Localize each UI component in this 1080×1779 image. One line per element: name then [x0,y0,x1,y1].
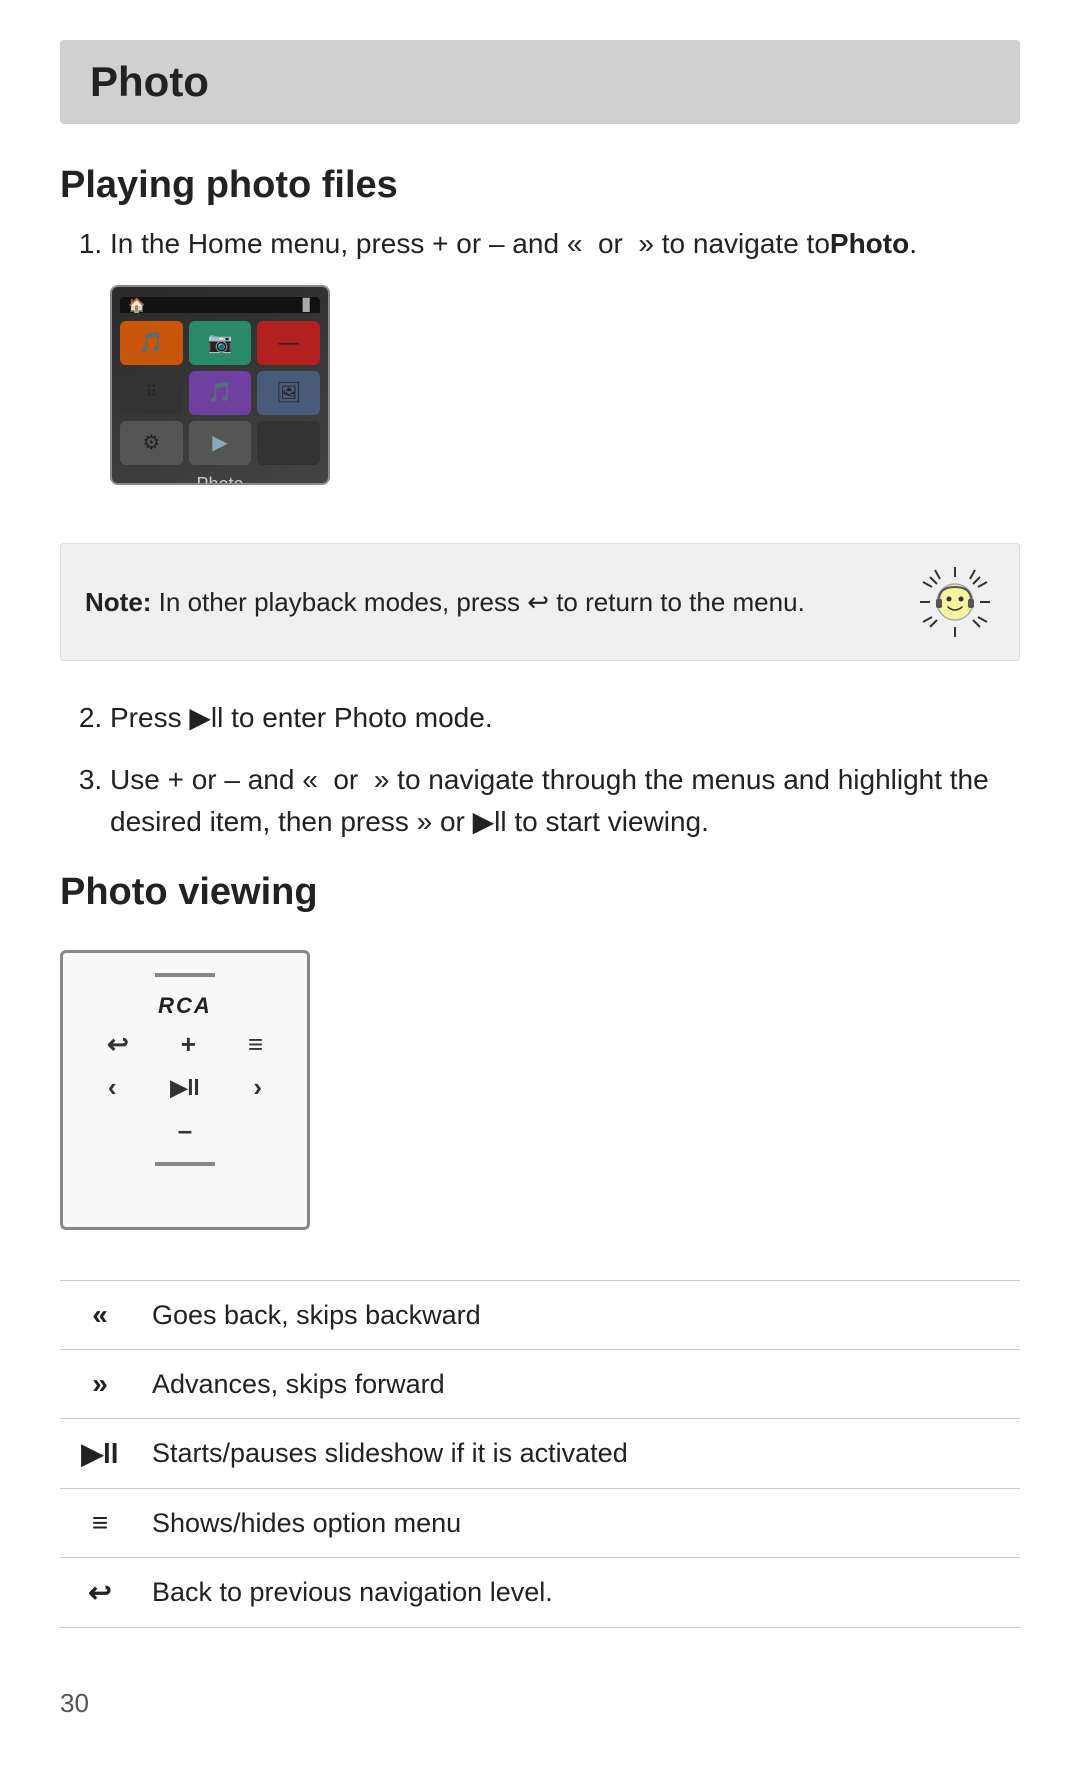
page-title: Photo [90,58,990,106]
grid-cell-3: — [257,321,320,365]
device-screen: 🏠 ▊ 🎵 📷 — ⠿ 🎵 🖼 ⚙ ▶ Photo [110,285,330,485]
control-symbol: ≡ [60,1489,140,1558]
table-row: ↩ Back to previous navigation level. [60,1558,1020,1628]
grid-cell-8: ▶ [189,421,252,465]
minus-btn: – [178,1115,192,1146]
sun-mascot-icon [915,562,995,642]
control-symbol: » [60,1350,140,1419]
photo-device-brand: RCА [81,993,289,1019]
steps-list: In the Home menu, press + or – and « or … [60,223,1020,515]
device-illustration: 🏠 ▊ 🎵 📷 — ⠿ 🎵 🖼 ⚙ ▶ Photo [110,285,330,485]
step2-text: Press ▶ll to enter Photo mode. [110,702,493,733]
table-row: ≡ Shows/hides option menu [60,1489,1020,1558]
note-label: Note: [85,587,151,617]
plus-btn: + [181,1029,196,1060]
section-heading-playing: Playing photo files [60,164,1020,207]
controls-table: « Goes back, skips backward » Advances, … [60,1280,1020,1628]
step3-text: Use + or – and « or » to navigate throug… [110,764,989,837]
note-text: Note: In other playback modes, press ↩ t… [85,587,895,618]
control-symbol: ▶ll [60,1419,140,1489]
photo-device-row-2: ‹ ▶ll › [81,1072,289,1103]
prev-btn: ‹ [108,1072,117,1103]
grid-cell-4: ⠿ [120,371,183,415]
grid-cell-7: ⚙ [120,421,183,465]
table-row: » Advances, skips forward [60,1350,1020,1419]
photo-device: RCА ↩ + ≡ ‹ ▶ll › – [60,950,310,1230]
section-heading-viewing: Photo viewing [60,871,1020,914]
grid-cell-2: 📷 [189,321,252,365]
grid-cell-1: 🎵 [120,321,183,365]
step-1: In the Home menu, press + or – and « or … [110,223,1020,515]
device-label: Photo [196,471,243,485]
menu-btn: ≡ [248,1029,263,1060]
grid-cell-5: 🎵 [189,371,252,415]
photo-device-row-1: ↩ + ≡ [81,1029,289,1060]
step-3: Use + or – and « or » to navigate throug… [110,759,1020,843]
next-btn: › [253,1072,262,1103]
table-row: ▶ll Starts/pauses slideshow if it is act… [60,1419,1020,1489]
control-description: Goes back, skips backward [140,1281,1020,1350]
photo-device-wrapper: RCА ↩ + ≡ ‹ ▶ll › – [60,950,310,1230]
control-symbol: ↩ [60,1558,140,1628]
grid-cell-6: 🖼 [257,371,320,415]
control-description: Shows/hides option menu [140,1489,1020,1558]
device-top-bar: 🏠 ▊ [120,297,320,313]
table-row: « Goes back, skips backward [60,1281,1020,1350]
device-grid: 🎵 📷 — ⠿ 🎵 🖼 ⚙ ▶ [120,321,320,465]
control-symbol: « [60,1281,140,1350]
control-description: Advances, skips forward [140,1350,1020,1419]
step1-icons: « or » [567,228,654,259]
control-description: Back to previous navigation level. [140,1558,1020,1628]
photo-device-top-line [155,973,215,977]
control-description: Starts/pauses slideshow if it is activat… [140,1419,1020,1489]
back-btn: ↩ [107,1029,129,1060]
note-box: Note: In other playback modes, press ↩ t… [60,543,1020,661]
home-icon: 🏠 [128,295,145,316]
step1-text: In the Home menu, press + or – and « or … [110,228,917,259]
photo-device-bottom-line [155,1162,215,1166]
photo-device-row-3: – [81,1115,289,1146]
battery-icon: ▊ [303,296,312,314]
page-number: 30 [60,1688,1020,1719]
note-body: In other playback modes, press ↩ to retu… [159,587,805,617]
step-2: Press ▶ll to enter Photo mode. [110,697,1020,739]
grid-cell-9 [257,421,320,465]
steps-2-3-list: Press ▶ll to enter Photo mode. Use + or … [60,697,1020,843]
page-title-bar: Photo [60,40,1020,124]
play-btn: ▶ll [170,1075,199,1101]
